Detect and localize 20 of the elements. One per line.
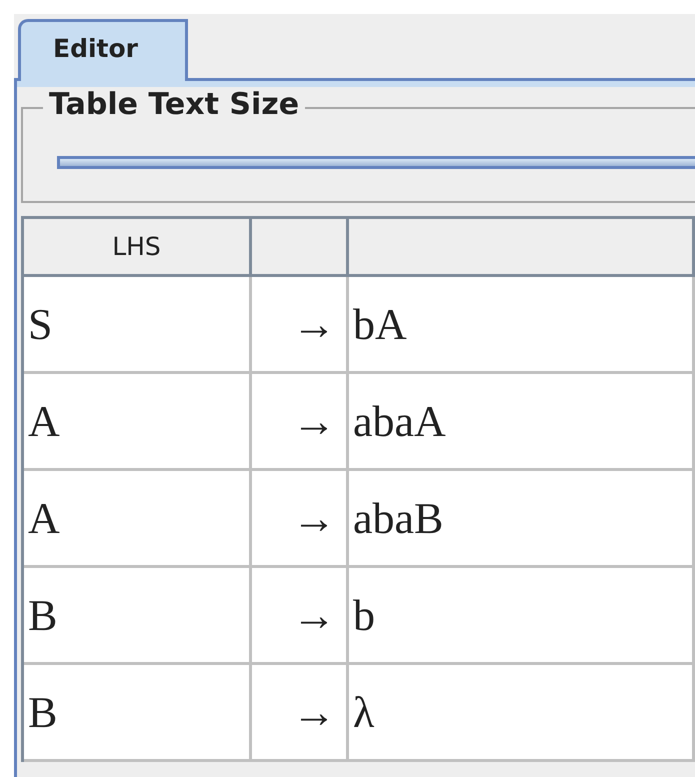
column-header[interactable] bbox=[252, 216, 349, 277]
table-cell: → bbox=[252, 568, 349, 665]
column-header[interactable] bbox=[349, 216, 695, 277]
editor-tab[interactable]: Editor bbox=[18, 19, 188, 81]
table-cell: → bbox=[252, 471, 349, 568]
table-cell: A bbox=[24, 374, 252, 471]
table-cell: B bbox=[24, 665, 252, 762]
table-cell: b bbox=[349, 568, 695, 665]
table-cell: abaA bbox=[349, 374, 695, 471]
slider-track[interactable] bbox=[57, 156, 695, 169]
table-cell: S bbox=[24, 277, 252, 374]
table-cell: → bbox=[252, 665, 349, 762]
table-cell: → bbox=[252, 374, 349, 471]
table-cell: λ bbox=[349, 665, 695, 762]
table-cell: → bbox=[252, 277, 349, 374]
table-cell: bA bbox=[349, 277, 695, 374]
table-cell: A bbox=[24, 471, 252, 568]
table-cell: abaB bbox=[349, 471, 695, 568]
table-cell: B bbox=[24, 568, 252, 665]
column-header[interactable]: LHS bbox=[24, 216, 252, 277]
